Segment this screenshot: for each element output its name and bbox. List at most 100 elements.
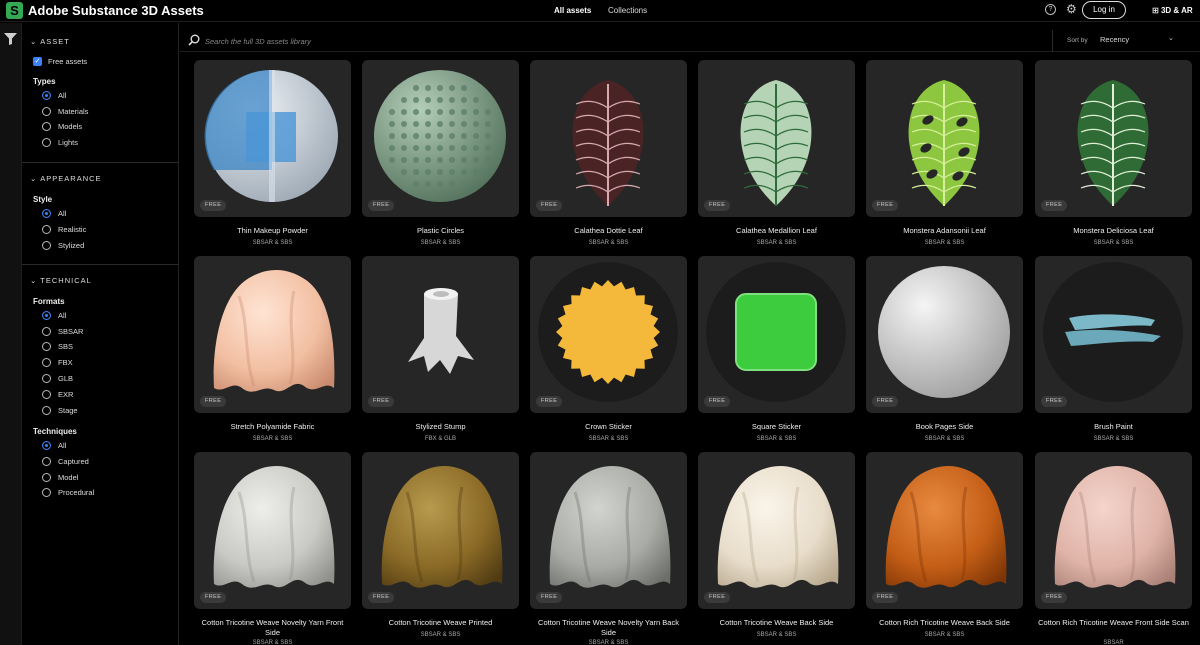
- free-badge: FREE: [200, 200, 227, 211]
- asset-thumbnail[interactable]: FREE: [530, 256, 687, 413]
- asset-thumbnail[interactable]: FREE: [698, 60, 855, 217]
- asset-thumbnail[interactable]: FREE: [362, 256, 519, 413]
- asset-title[interactable]: Crown Sticker: [530, 422, 687, 432]
- asset-card[interactable]: FREE Square Sticker SBSAR & SBS: [698, 256, 855, 446]
- sort-select[interactable]: Recency: [1100, 35, 1129, 45]
- asset-title[interactable]: Cotton Tricotine Weave Back Side: [698, 618, 855, 628]
- asset-card[interactable]: FREE Calathea Medallion Leaf SBSAR & SBS: [698, 60, 855, 250]
- radio[interactable]: [42, 225, 51, 234]
- radio-selected[interactable]: [42, 209, 51, 218]
- asset-title[interactable]: Thin Makeup Powder: [194, 226, 351, 236]
- asset-title[interactable]: Stylized Stump: [362, 422, 519, 432]
- asset-thumbnail[interactable]: FREE: [866, 256, 1023, 413]
- asset-title[interactable]: Monstera Adansonii Leaf: [866, 226, 1023, 236]
- asset-thumbnail[interactable]: FREE: [530, 60, 687, 217]
- chevron-down-icon: ⌄: [30, 174, 38, 183]
- login-button[interactable]: Log in: [1082, 1, 1126, 19]
- asset-thumbnail[interactable]: FREE: [194, 452, 351, 609]
- asset-card[interactable]: FREE Crown Sticker SBSAR & SBS: [530, 256, 687, 446]
- asset-card[interactable]: FREE Cotton Rich Tricotine Weave Back Si…: [866, 452, 1023, 642]
- asset-formats: SBSAR & SBS: [252, 240, 293, 246]
- search-input[interactable]: [205, 34, 1005, 48]
- filter-icon[interactable]: [4, 33, 17, 45]
- tab-collections[interactable]: Collections: [608, 5, 647, 17]
- section-technical-toggle[interactable]: ⌄ TECHNICAL: [30, 276, 92, 286]
- help-icon[interactable]: ?: [1045, 4, 1056, 15]
- divider: [22, 264, 179, 265]
- radio[interactable]: [42, 122, 51, 131]
- asset-card[interactable]: FREE Calathea Dottie Leaf SBSAR & SBS: [530, 60, 687, 250]
- asset-formats: SBSAR & SBS: [924, 436, 965, 442]
- free-assets-label[interactable]: Free assets: [48, 56, 87, 67]
- asset-card[interactable]: FREE Cotton Tricotine Weave Novelty Yarn…: [194, 452, 351, 645]
- asset-thumbnail[interactable]: FREE: [866, 452, 1023, 609]
- asset-card[interactable]: FREE Plastic Circles SBSAR & SBS: [362, 60, 519, 250]
- radio[interactable]: [42, 241, 51, 250]
- radio[interactable]: [42, 138, 51, 147]
- asset-formats: SBSAR & SBS: [1093, 240, 1134, 246]
- chevron-down-icon: ⌄: [30, 37, 38, 46]
- asset-card[interactable]: FREE Cotton Rich Tricotine Weave Front S…: [1035, 452, 1192, 645]
- radio[interactable]: [42, 107, 51, 116]
- radio[interactable]: [42, 374, 51, 383]
- section-appearance-toggle[interactable]: ⌄ APPEARANCE: [30, 174, 102, 184]
- asset-thumbnail[interactable]: FREE: [194, 60, 351, 217]
- asset-title[interactable]: Calathea Dottie Leaf: [530, 226, 687, 236]
- asset-thumbnail[interactable]: FREE: [362, 60, 519, 217]
- asset-thumbnail[interactable]: FREE: [1035, 60, 1192, 217]
- free-assets-checkbox[interactable]: ✓: [33, 57, 42, 66]
- asset-title[interactable]: Monstera Deliciosa Leaf: [1035, 226, 1192, 236]
- asset-card[interactable]: FREE Book Pages Side SBSAR & SBS: [866, 256, 1023, 446]
- radio-selected[interactable]: [42, 441, 51, 450]
- section-asset-toggle[interactable]: ⌄ ASSET: [30, 37, 70, 47]
- asset-thumbnail[interactable]: FREE: [194, 256, 351, 413]
- asset-card[interactable]: FREE Monstera Deliciosa Leaf SBSAR & SBS: [1035, 60, 1192, 250]
- asset-title[interactable]: Cotton Rich Tricotine Weave Front Side S…: [1035, 618, 1192, 628]
- asset-card[interactable]: FREE Brush Paint SBSAR & SBS: [1035, 256, 1192, 446]
- asset-title[interactable]: Square Sticker: [698, 422, 855, 432]
- radio[interactable]: [42, 358, 51, 367]
- asset-formats: SBSAR & SBS: [924, 632, 965, 638]
- asset-card[interactable]: FREE Stylized Stump FBX & GLB: [362, 256, 519, 446]
- asset-card[interactable]: FREE Cotton Tricotine Weave Back Side SB…: [698, 452, 855, 642]
- chevron-down-icon[interactable]: ⌄: [1168, 34, 1174, 42]
- radio[interactable]: [42, 488, 51, 497]
- radio[interactable]: [42, 473, 51, 482]
- radio-selected[interactable]: [42, 311, 51, 320]
- asset-thumbnail[interactable]: FREE: [698, 256, 855, 413]
- asset-thumbnail[interactable]: FREE: [1035, 452, 1192, 609]
- asset-preview-image: [213, 465, 335, 588]
- radio[interactable]: [42, 342, 51, 351]
- asset-title[interactable]: Cotton Tricotine Weave Novelty Yarn Back…: [530, 618, 687, 638]
- substance-logo-icon[interactable]: S: [6, 2, 23, 19]
- radio[interactable]: [42, 390, 51, 399]
- asset-thumbnail[interactable]: FREE: [362, 452, 519, 609]
- asset-thumbnail[interactable]: FREE: [530, 452, 687, 609]
- asset-title[interactable]: Cotton Rich Tricotine Weave Back Side: [866, 618, 1023, 628]
- radio[interactable]: [42, 406, 51, 415]
- asset-thumbnail[interactable]: FREE: [1035, 256, 1192, 413]
- ar-link[interactable]: ⊞ 3D & AR: [1152, 5, 1193, 17]
- radio-selected[interactable]: [42, 91, 51, 100]
- asset-thumbnail[interactable]: FREE: [866, 60, 1023, 217]
- asset-card[interactable]: FREE Cotton Tricotine Weave Printed SBSA…: [362, 452, 519, 642]
- asset-preview-image: [1043, 262, 1183, 402]
- asset-card[interactable]: FREE Thin Makeup Powder SBSAR & SBS: [194, 60, 351, 250]
- asset-title[interactable]: Cotton Tricotine Weave Printed: [362, 618, 519, 628]
- radio[interactable]: [42, 457, 51, 466]
- section-technical-heading: TECHNICAL: [40, 276, 92, 285]
- asset-title[interactable]: Plastic Circles: [362, 226, 519, 236]
- app-title[interactable]: Adobe Substance 3D Assets: [28, 2, 204, 20]
- radio[interactable]: [42, 327, 51, 336]
- tab-all-assets[interactable]: All assets: [554, 5, 591, 17]
- asset-card[interactable]: FREE Cotton Tricotine Weave Novelty Yarn…: [530, 452, 687, 645]
- asset-title[interactable]: Cotton Tricotine Weave Novelty Yarn Fron…: [194, 618, 351, 638]
- asset-card[interactable]: FREE Stretch Polyamide Fabric SBSAR & SB…: [194, 256, 351, 446]
- asset-thumbnail[interactable]: FREE: [698, 452, 855, 609]
- gear-icon[interactable]: ⚙: [1066, 2, 1077, 16]
- asset-title[interactable]: Calathea Medallion Leaf: [698, 226, 855, 236]
- asset-title[interactable]: Book Pages Side: [866, 422, 1023, 432]
- asset-title[interactable]: Stretch Polyamide Fabric: [194, 422, 351, 432]
- asset-title[interactable]: Brush Paint: [1035, 422, 1192, 432]
- asset-card[interactable]: FREE Monstera Adansonii Leaf SBSAR & SBS: [866, 60, 1023, 250]
